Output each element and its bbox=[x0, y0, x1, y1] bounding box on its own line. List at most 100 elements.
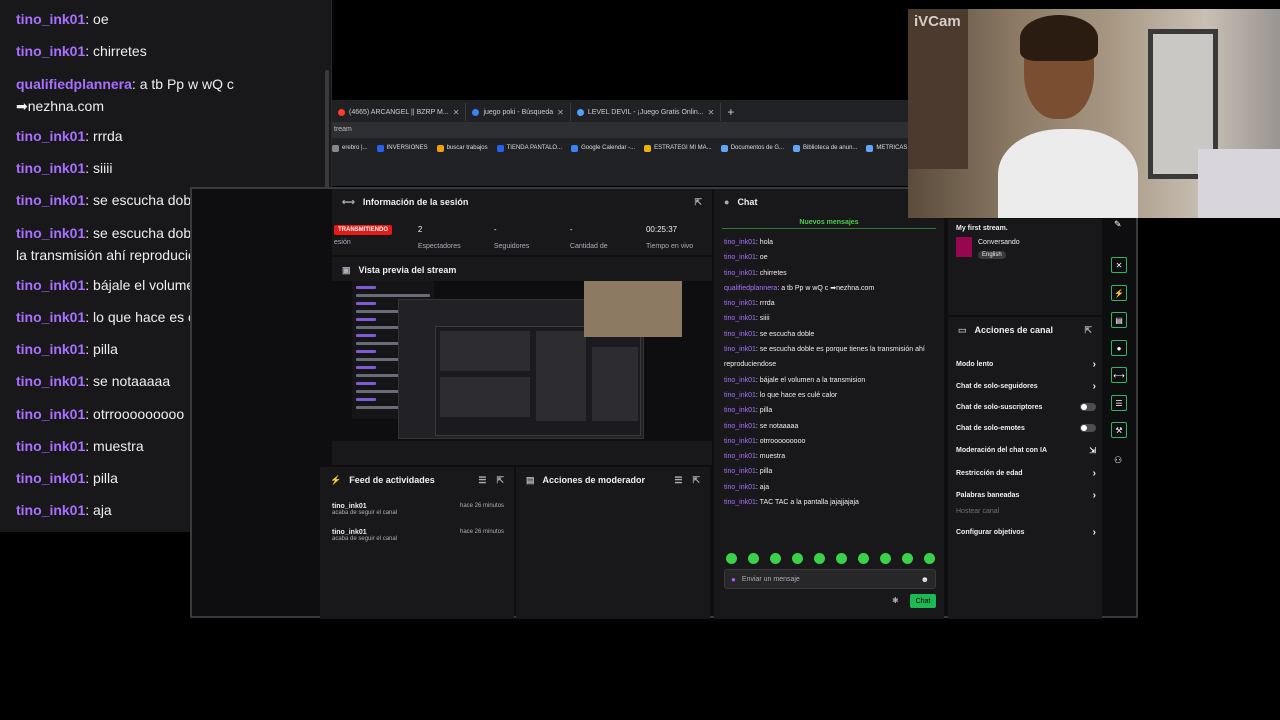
close-icon[interactable]: ✕ bbox=[557, 108, 564, 117]
emote-icon[interactable] bbox=[902, 553, 913, 564]
chat-username[interactable]: tino_ink01 bbox=[724, 438, 756, 445]
chat-username[interactable]: tino_ink01 bbox=[16, 502, 85, 518]
bookmark-item[interactable]: Biblioteca de anun... bbox=[793, 144, 857, 152]
chat-username[interactable]: tino_ink01 bbox=[16, 470, 85, 486]
channel-action-item[interactable]: Configurar objetivos › bbox=[956, 527, 1096, 538]
chat-username[interactable]: tino_ink01 bbox=[724, 254, 756, 261]
chat-username[interactable]: tino_ink01 bbox=[724, 453, 756, 460]
bookmark-item[interactable]: erebro |... bbox=[332, 144, 368, 152]
bookmark-item[interactable]: INVERSIONES bbox=[376, 144, 428, 152]
chevron-right-icon[interactable]: › bbox=[1093, 468, 1096, 479]
new-tab-button[interactable]: + bbox=[721, 105, 740, 119]
chat-username[interactable]: tino_ink01 bbox=[724, 499, 756, 506]
wrench-icon[interactable]: ⚒ bbox=[1111, 422, 1127, 438]
bookmark-item[interactable]: Documentos de G... bbox=[720, 144, 784, 152]
chat-username[interactable]: tino_ink01 bbox=[724, 315, 756, 322]
emote-icon[interactable] bbox=[770, 553, 781, 564]
chat-username[interactable]: tino_ink01 bbox=[724, 270, 756, 277]
filter-icon[interactable]: ☰ bbox=[478, 475, 486, 486]
chat-username[interactable]: tino_ink01 bbox=[724, 484, 756, 491]
chat-username[interactable]: tino_ink01 bbox=[16, 277, 85, 293]
toggle-switch[interactable] bbox=[1080, 403, 1096, 411]
chat-username[interactable]: tino_ink01 bbox=[16, 43, 85, 59]
chevron-right-icon[interactable]: › bbox=[1093, 359, 1096, 370]
users-icon[interactable]: ⚇ bbox=[1114, 455, 1122, 466]
chat-username[interactable]: tino_ink01 bbox=[724, 239, 756, 246]
stream-preview-video[interactable] bbox=[332, 281, 712, 441]
popout-icon[interactable]: ⇱ bbox=[692, 475, 700, 486]
chat-username[interactable]: qualifiedplannera bbox=[724, 285, 777, 292]
chat-username[interactable]: qualifiedplannera bbox=[16, 76, 132, 92]
channel-action-item[interactable]: Moderación del chat con IA ⇲ bbox=[956, 446, 1096, 455]
chat-username[interactable]: tino_ink01 bbox=[724, 392, 756, 399]
chat-username[interactable]: tino_ink01 bbox=[16, 225, 85, 241]
bookmark-item[interactable]: Google Calendar -... bbox=[571, 144, 635, 152]
toggle-switch[interactable] bbox=[1080, 424, 1096, 432]
browser-tab[interactable]: juego poki - Búsqueda ✕ bbox=[466, 103, 571, 121]
bookmark-item[interactable]: METRICAS bbox=[866, 144, 907, 152]
language-tag[interactable]: English bbox=[978, 251, 1006, 259]
chat-input[interactable]: ● Enviar un mensaje ☻ bbox=[724, 569, 936, 589]
clear-chat-icon[interactable]: ✕ bbox=[1111, 257, 1127, 273]
chat-username[interactable]: tino_ink01 bbox=[16, 438, 85, 454]
clipboard-icon[interactable]: ▤ bbox=[1111, 312, 1127, 328]
popout-icon[interactable]: ⇱ bbox=[694, 197, 702, 208]
feed-item-name[interactable]: tino_ink01 bbox=[332, 529, 397, 536]
filter-icon[interactable]: ☰ bbox=[674, 475, 682, 486]
chat-username[interactable]: tino_ink01 bbox=[16, 11, 85, 27]
chat-username[interactable]: tino_ink01 bbox=[16, 128, 85, 144]
emote-icon[interactable] bbox=[814, 553, 825, 564]
broadcast-icon[interactable]: ⟷ bbox=[1111, 367, 1127, 383]
external-link-icon[interactable]: ⇲ bbox=[1089, 446, 1096, 455]
chat-username[interactable]: tino_ink01 bbox=[16, 192, 85, 208]
close-icon[interactable]: ✕ bbox=[453, 108, 460, 117]
lightning-icon[interactable]: ⚡ bbox=[1111, 285, 1127, 301]
chevron-right-icon[interactable]: › bbox=[1093, 381, 1096, 392]
emote-icon[interactable] bbox=[748, 553, 759, 564]
emote-icon[interactable] bbox=[836, 553, 847, 564]
emote-icon[interactable] bbox=[858, 553, 869, 564]
chat-username[interactable]: tino_ink01 bbox=[724, 468, 756, 475]
channel-action-item[interactable]: Chat de solo-emotes bbox=[956, 424, 1096, 432]
chat-username[interactable]: tino_ink01 bbox=[724, 300, 756, 307]
chat-username[interactable]: tino_ink01 bbox=[724, 346, 756, 353]
chat-username[interactable]: tino_ink01 bbox=[724, 377, 756, 384]
stream-category[interactable]: Conversando bbox=[978, 239, 1020, 246]
channel-action-item[interactable]: Chat de solo-suscriptores bbox=[956, 403, 1096, 411]
bookmark-item[interactable]: ESTRATEGI MI MA... bbox=[644, 144, 712, 152]
channel-action-item[interactable]: Chat de solo-seguidores › bbox=[956, 381, 1096, 392]
emote-icon[interactable] bbox=[880, 553, 891, 564]
close-icon[interactable]: ✕ bbox=[708, 108, 715, 117]
chevron-right-icon[interactable]: › bbox=[1093, 490, 1096, 501]
chat-username[interactable]: tino_ink01 bbox=[16, 309, 85, 325]
list-icon[interactable]: ☰ bbox=[1111, 395, 1127, 411]
chat-username[interactable]: tino_ink01 bbox=[16, 341, 85, 357]
chat-bubble-icon[interactable]: ● bbox=[1111, 340, 1127, 356]
feed-item-name[interactable]: tino_ink01 bbox=[332, 503, 397, 510]
chat-username[interactable]: tino_ink01 bbox=[16, 406, 85, 422]
popout-icon[interactable]: ⇱ bbox=[1084, 325, 1092, 336]
bookmark-item[interactable]: TIENDA PANTALO... bbox=[496, 144, 562, 152]
chat-username[interactable]: tino_ink01 bbox=[16, 373, 85, 389]
emote-icon[interactable] bbox=[792, 553, 803, 564]
channel-action-item[interactable]: Palabras baneadas › bbox=[956, 490, 1096, 501]
channel-action-item[interactable]: Restricción de edad › bbox=[956, 468, 1096, 479]
chat-username[interactable]: tino_ink01 bbox=[724, 407, 756, 414]
chevron-right-icon[interactable]: › bbox=[1093, 527, 1096, 538]
mic-icon[interactable]: ● bbox=[731, 575, 736, 584]
emote-icon[interactable] bbox=[924, 553, 935, 564]
chat-username[interactable]: tino_ink01 bbox=[724, 331, 756, 338]
address-bar[interactable]: tream bbox=[332, 122, 908, 138]
emoji-icon[interactable]: ☻ bbox=[921, 575, 929, 584]
pencil-icon[interactable]: ✎ bbox=[1114, 219, 1122, 230]
emote-icon[interactable] bbox=[726, 553, 737, 564]
bookmark-item[interactable]: buscar trabajos bbox=[436, 144, 488, 152]
popout-icon[interactable]: ⇱ bbox=[496, 475, 504, 486]
browser-tab[interactable]: (4665) ARCANGEL || BZRP M... ✕ bbox=[332, 103, 467, 121]
chat-username[interactable]: tino_ink01 bbox=[724, 423, 756, 430]
chat-send-button[interactable]: Chat bbox=[910, 594, 936, 608]
browser-tab[interactable]: LEVEL DEVIL - ¡Juego Gratis Onlin... ✕ bbox=[571, 103, 722, 121]
channel-action-item[interactable]: Modo lento › bbox=[956, 359, 1096, 370]
chat-username[interactable]: tino_ink01 bbox=[16, 160, 85, 176]
gear-icon[interactable]: ✱ bbox=[892, 596, 899, 605]
